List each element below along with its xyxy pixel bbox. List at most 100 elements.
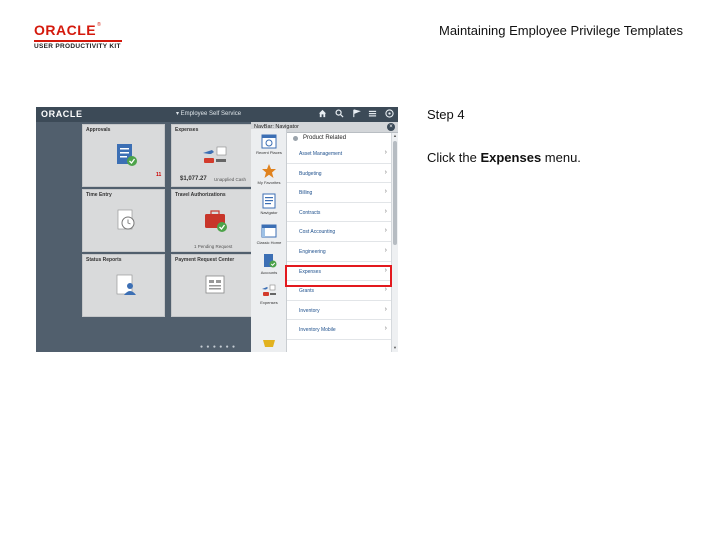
nav-item-inventory[interactable]: Inventory ›: [287, 301, 391, 321]
classic-home-label: Classic Home: [256, 240, 282, 245]
accounts-icon: [264, 254, 277, 268]
chevron-right-icon: ›: [384, 247, 387, 254]
recent-places-label: Recent Places: [256, 150, 282, 155]
tile-status-reports[interactable]: Status Reports: [82, 254, 165, 317]
logo-wordmark: ORACLE: [34, 22, 97, 38]
classic-home-icon: [261, 224, 277, 238]
embedded-screenshot: ORACLE ▾ Employee Self Service Approvals…: [36, 107, 398, 352]
nav-item-budgeting[interactable]: Budgeting ›: [287, 164, 391, 184]
scroll-down-icon[interactable]: ▼: [392, 345, 398, 350]
tile-travel-authorizations[interactable]: Travel Authorizations 1 Pending Request: [171, 189, 254, 252]
tile-title: Payment Request Center: [175, 257, 235, 263]
logo-trademark: ®: [97, 22, 101, 28]
accounts-button[interactable]: Accounts: [251, 253, 287, 275]
chevron-right-icon: ›: [384, 207, 387, 215]
nav-item-billing[interactable]: Billing ›: [287, 183, 391, 203]
navigator-list-title[interactable]: Product Related: [287, 133, 391, 144]
search-icon[interactable]: [334, 109, 344, 119]
nav-item-cost-accounting[interactable]: Cost Accounting ›: [287, 222, 391, 242]
tile-payment-request-center[interactable]: Payment Request Center: [171, 254, 254, 317]
recent-places-button[interactable]: Recent Places: [251, 133, 287, 155]
menu-icon[interactable]: [367, 109, 377, 119]
tile-approvals[interactable]: Approvals: [82, 124, 165, 187]
navbar-icon[interactable]: [384, 109, 394, 119]
expenses-shortcut-icon: [262, 284, 276, 296]
nav-item-contracts[interactable]: Contracts ›: [287, 203, 391, 223]
navigator-list: Product Related Asset Management › Budget…: [287, 133, 391, 352]
navigator-label: Navigator: [260, 210, 278, 215]
travel-authorizations-icon: [205, 210, 227, 232]
instruction-target: Expenses: [480, 150, 542, 165]
oracle-upk-logo: ORACLE ® USER PRODUCTIVITY KIT: [34, 22, 126, 50]
expenses-badge: 11: [156, 172, 162, 178]
time-entry-icon: [117, 209, 135, 230]
nav-item-label: Billing: [299, 190, 313, 197]
payment-request-icon: [205, 275, 225, 294]
nav-item-asset-management[interactable]: Asset Management ›: [287, 144, 391, 164]
app-header-bar: ORACLE ▾ Employee Self Service: [36, 107, 398, 122]
accounts-label: Accounts: [260, 270, 278, 275]
tile-title: Expenses: [175, 127, 199, 133]
my-favorites-label: My Favorites: [257, 180, 281, 185]
expenses-shortcut-label: Expenses: [260, 300, 278, 305]
approvals-icon: [117, 144, 137, 166]
chevron-right-icon: ›: [384, 168, 387, 176]
nav-item-label: Asset Management: [299, 151, 343, 157]
nav-item-label: Inventory Mobile: [299, 327, 336, 334]
instruction-suffix: menu.: [541, 150, 581, 165]
nav-item-label: Engineering: [299, 249, 326, 255]
my-favorites-button[interactable]: My Favorites: [251, 163, 287, 185]
expenses-highlight-box: [285, 265, 392, 287]
nav-item-engineering[interactable]: Engineering ›: [287, 242, 391, 262]
nav-item-label: Cost Accounting: [299, 229, 336, 236]
home-icon[interactable]: [317, 109, 327, 119]
app-brand: ORACLE: [41, 109, 83, 119]
tile-title: Approvals: [86, 127, 111, 133]
expenses-amount: $1,077.27: [180, 176, 207, 182]
close-icon[interactable]: ×: [387, 123, 395, 131]
logo-rule: [34, 40, 122, 42]
homepage-selector[interactable]: ▾ Employee Self Service: [176, 110, 241, 117]
back-icon[interactable]: [293, 136, 298, 141]
chevron-right-icon: ›: [384, 325, 387, 333]
chevron-right-icon: ›: [384, 227, 387, 235]
tile-time-entry[interactable]: Time Entry: [82, 189, 165, 252]
expenses-icon: [203, 146, 227, 163]
tile-expenses[interactable]: Expenses 11 $1,077.27 Unapplied Cash: [156, 124, 254, 187]
navigator-scrollbar[interactable]: ▲ ▼: [391, 133, 398, 352]
tile-title: Travel Authorizations: [175, 192, 226, 198]
flag-icon[interactable]: [351, 109, 361, 119]
nav-item-label: Inventory: [299, 307, 320, 314]
expenses-shortcut-button[interactable]: Expenses: [251, 283, 287, 305]
step-label: Step 4: [427, 107, 465, 122]
chevron-right-icon: ›: [384, 149, 387, 156]
tile-title: Time Entry: [86, 192, 112, 198]
star-icon: [262, 164, 276, 178]
nav-item-label: Contracts: [299, 209, 321, 216]
navigator-icon: [262, 193, 276, 209]
instruction-prefix: Click the: [427, 150, 481, 165]
nav-item-inventory-mobile[interactable]: Inventory Mobile ›: [287, 320, 391, 340]
chevron-right-icon: ›: [384, 286, 387, 294]
travel-pending-caption: 1 Pending Request: [194, 244, 233, 249]
step-instruction: Click the Expenses menu.: [427, 150, 581, 165]
classic-home-button[interactable]: Classic Home: [251, 223, 287, 245]
chevron-right-icon: ›: [384, 305, 387, 313]
cart-icon: [263, 340, 275, 347]
navigator-button[interactable]: Navigator: [251, 193, 287, 215]
logo-subtitle: USER PRODUCTIVITY KIT: [34, 43, 121, 50]
chevron-right-icon: ›: [384, 188, 387, 196]
status-reports-icon: [116, 274, 136, 295]
nav-item-label: Budgeting: [299, 170, 322, 177]
navigator-folder-title: Product Related: [303, 135, 347, 141]
expenses-caption: Unapplied Cash: [214, 177, 247, 182]
navbar-icon-column: Recent Places My Favorites Navigator Cla…: [251, 129, 287, 352]
scroll-up-icon[interactable]: ▲: [392, 133, 398, 138]
nav-item-label: Grants: [299, 288, 315, 295]
recent-places-icon: [261, 134, 277, 149]
cart-button[interactable]: [251, 337, 287, 352]
document-title: Maintaining Employee Privilege Templates: [439, 23, 683, 38]
scrollbar-thumb[interactable]: [393, 141, 397, 245]
page-indicator[interactable]: ● ● ● ● ● ●: [200, 344, 236, 350]
tile-title: Status Reports: [86, 257, 122, 263]
